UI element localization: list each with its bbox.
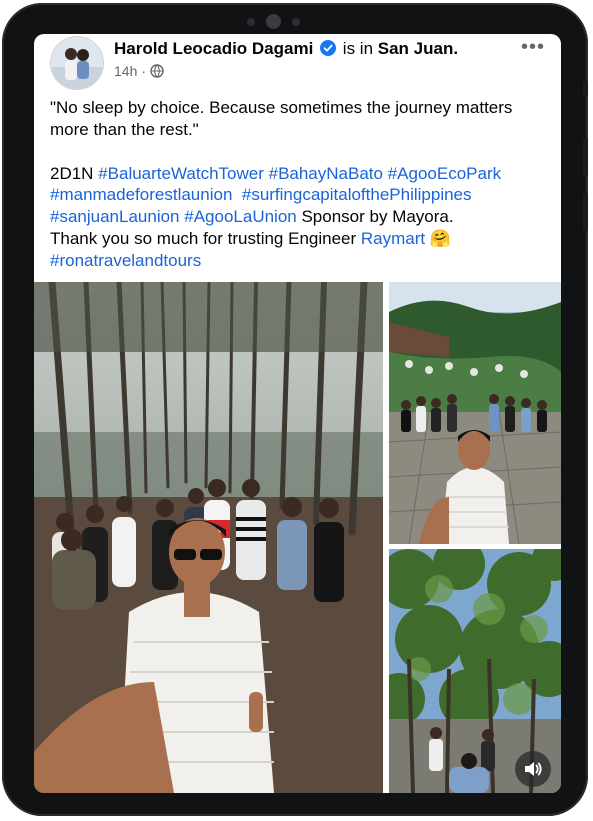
hashtag-link[interactable]: #AgooLaUnion	[184, 207, 296, 226]
hashtag-link[interactable]: #AgooEcoPark	[388, 164, 501, 183]
checkin-prefix: is in	[342, 39, 374, 58]
sponsor-text: Sponsor by Mayora.	[301, 207, 454, 227]
body-prefix: 2D1N	[50, 163, 94, 183]
author-name[interactable]: Harold Leocadio Dagami	[114, 39, 313, 58]
post-meta: 14h ·	[114, 63, 164, 79]
globe-icon[interactable]	[150, 64, 164, 78]
camera-cluster	[247, 14, 307, 30]
post-body: "No sleep by choice. Because sometimes t…	[50, 97, 550, 272]
hashtag-link[interactable]: #surfingcapitalofthePhilippines	[242, 185, 472, 204]
verified-badge-icon	[320, 40, 337, 56]
hashtag-link[interactable]: #manmadeforestlaunion	[50, 185, 232, 204]
photo-forest-group[interactable]: S	[34, 282, 383, 793]
hug-emoji-icon: 🤗	[429, 228, 452, 248]
volume-down-button	[583, 193, 588, 231]
sensor	[292, 18, 300, 26]
volume-up-button	[583, 138, 588, 176]
tablet-frame: Harold Leocadio Dagami is in San Juan. 1…	[2, 3, 588, 816]
post-header: Harold Leocadio Dagami is in San Juan.	[114, 39, 458, 59]
thanks-text: Thank you so much for trusting Engineer	[50, 228, 357, 248]
hashtag-link[interactable]: #BahayNaBato	[269, 164, 383, 183]
speaker-icon[interactable]	[515, 751, 551, 787]
more-options-icon[interactable]: •••	[521, 36, 545, 59]
location-link[interactable]: San Juan.	[378, 39, 458, 58]
post-quote: "No sleep by choice. Because sometimes t…	[50, 98, 513, 139]
avatar[interactable]	[50, 36, 104, 90]
mention-link[interactable]: Raymart	[361, 229, 425, 248]
facebook-post: Harold Leocadio Dagami is in San Juan. 1…	[34, 34, 561, 793]
camera-lens	[266, 14, 281, 29]
side-button	[583, 81, 588, 97]
hashtag-link[interactable]: #BaluarteWatchTower	[98, 164, 264, 183]
post-hashtags-paragraph: 2D1N #BaluarteWatchTower #BahayNaBato #A…	[50, 163, 550, 272]
sensor	[247, 18, 255, 26]
photo-garden-group[interactable]	[389, 282, 561, 544]
hashtag-link[interactable]: #ronatravelandtours	[50, 251, 201, 270]
video-trees[interactable]	[389, 549, 561, 793]
hashtag-link[interactable]: #sanjuanLaunion	[50, 207, 180, 226]
timestamp[interactable]: 14h	[114, 63, 137, 79]
